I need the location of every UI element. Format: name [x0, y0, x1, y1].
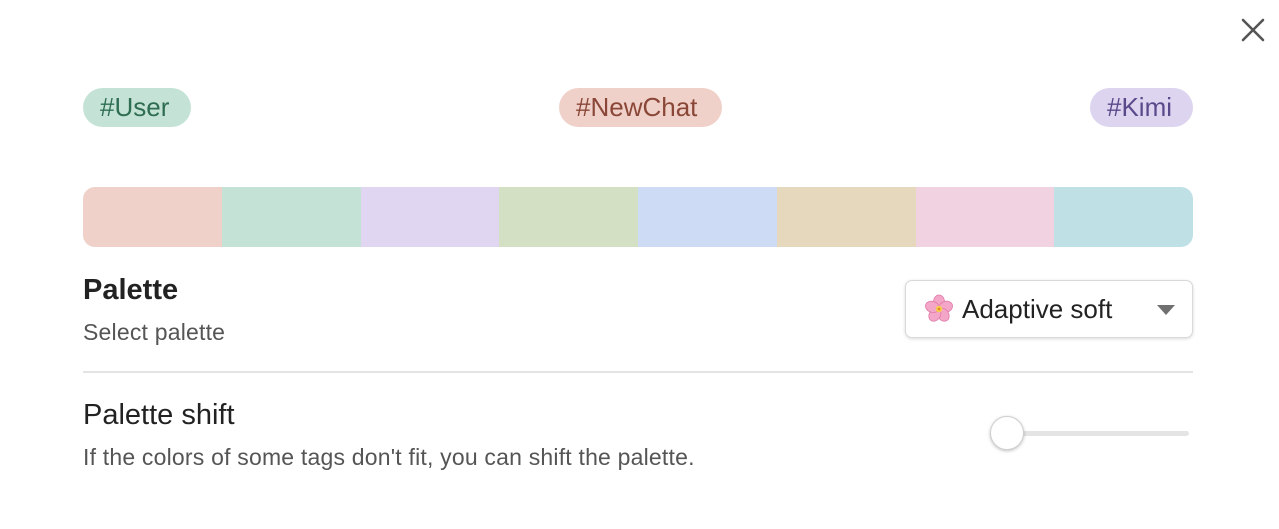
- palette-swatch: [499, 187, 638, 247]
- palette-swatch: [221, 187, 361, 247]
- tag-preview-kimi[interactable]: #Kimi: [1090, 88, 1193, 127]
- cherry-blossom-icon: [925, 294, 953, 322]
- palette-description: Select palette: [83, 319, 226, 345]
- tag-label: #Kimi: [1107, 92, 1173, 122]
- palette-shift-slider[interactable]: [990, 414, 1190, 454]
- palette-swatch: [776, 187, 916, 247]
- tag-label: #NewChat: [576, 92, 698, 122]
- section-divider: [83, 371, 1193, 373]
- palette-shift-title: Palette shift: [83, 399, 235, 431]
- palette-settings-panel: #User #NewChat #Kimi Palette Select pale…: [0, 0, 1279, 529]
- palette-title: Palette: [83, 274, 179, 306]
- slider-thumb[interactable]: [990, 416, 1024, 450]
- tag-label: #User: [100, 92, 170, 122]
- palette-swatch: [83, 187, 222, 247]
- palette-swatch: [1054, 187, 1193, 247]
- palette-select[interactable]: Adaptive soft: [905, 280, 1193, 338]
- palette-swatch: [915, 187, 1055, 247]
- close-button[interactable]: [1238, 15, 1268, 45]
- palette-swatch: [638, 187, 777, 247]
- close-icon: [1241, 18, 1265, 42]
- tag-preview-user[interactable]: #User: [83, 88, 191, 127]
- palette-select-value: Adaptive soft: [962, 293, 1113, 324]
- palette-swatch-strip: [83, 187, 1193, 247]
- palette-shift-description: If the colors of some tags don't fit, yo…: [83, 444, 695, 470]
- palette-swatch: [360, 187, 500, 247]
- tag-preview-newchat[interactable]: #NewChat: [559, 88, 722, 127]
- chevron-down-icon: [1157, 305, 1175, 315]
